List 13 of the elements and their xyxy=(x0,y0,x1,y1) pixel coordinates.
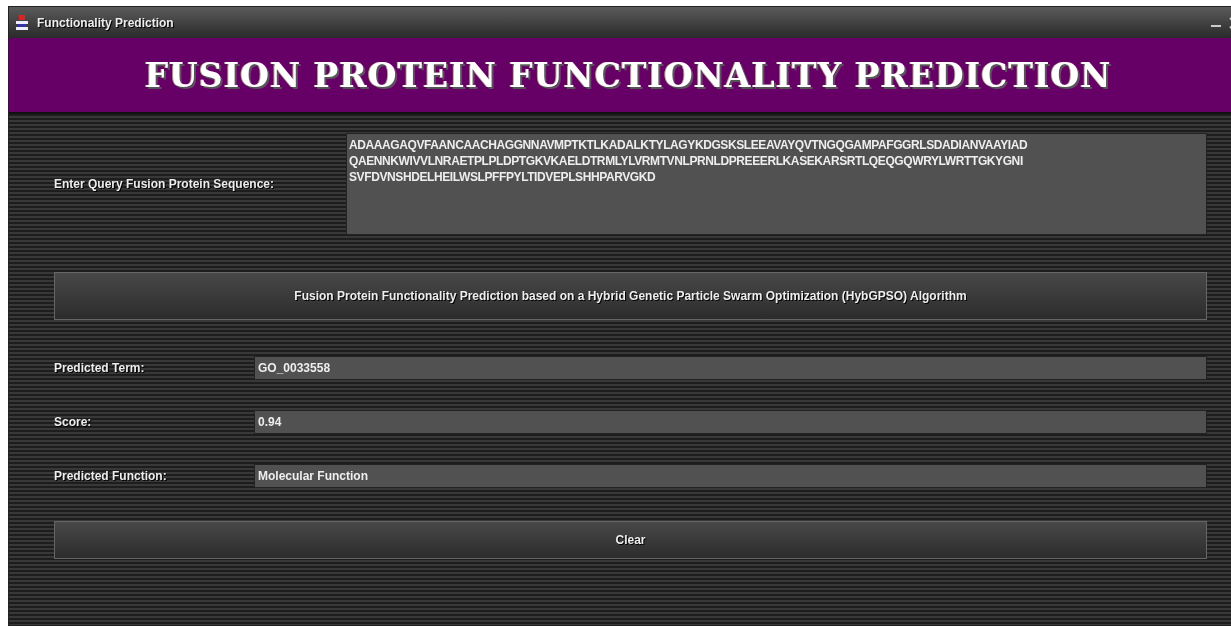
result-label: Predicted Function: xyxy=(54,469,168,483)
app-icon xyxy=(15,14,29,31)
query-label: Enter Query Fusion Protein Sequence: xyxy=(54,177,276,191)
app-heading: FUSION PROTEIN FUNCTIONALITY PREDICTION xyxy=(144,55,1112,95)
clear-button[interactable]: Clear xyxy=(54,521,1207,559)
result-label: Predicted Term: xyxy=(54,361,146,375)
window-title: Functionality Prediction xyxy=(37,15,175,30)
result-label: Score: xyxy=(54,415,93,429)
sequence-input-field[interactable]: ADAAAGAQVFAANCAACHAGGNNAVMPTKTLKADALKTYLAGYKDGSKSLEEAVAYQVTNGQGAMPAFGGRLSDADIANVAAYIAD QAENNKWIVVLNRAETPLPLDPTGKVKAELDTRMLYLVRMTVNLPRNLDPREEERLKASEKARSRTLQEQGQWRYLWRTTGKYGNI SVFDVNSHDELHEILWSLPFFPYLTIDVEPLSHHPARVGKD xyxy=(346,133,1207,235)
result-field[interactable]: Molecular Function xyxy=(254,464,1207,488)
result-field[interactable]: 0.94 xyxy=(254,410,1207,434)
result-field[interactable]: GO_0033558 xyxy=(254,356,1207,380)
predict-button[interactable]: Fusion Protein Functionality Prediction based on a Hybrid Genetic Particle Swarm Optimization (HybGPSO) Algorithm xyxy=(54,272,1207,320)
